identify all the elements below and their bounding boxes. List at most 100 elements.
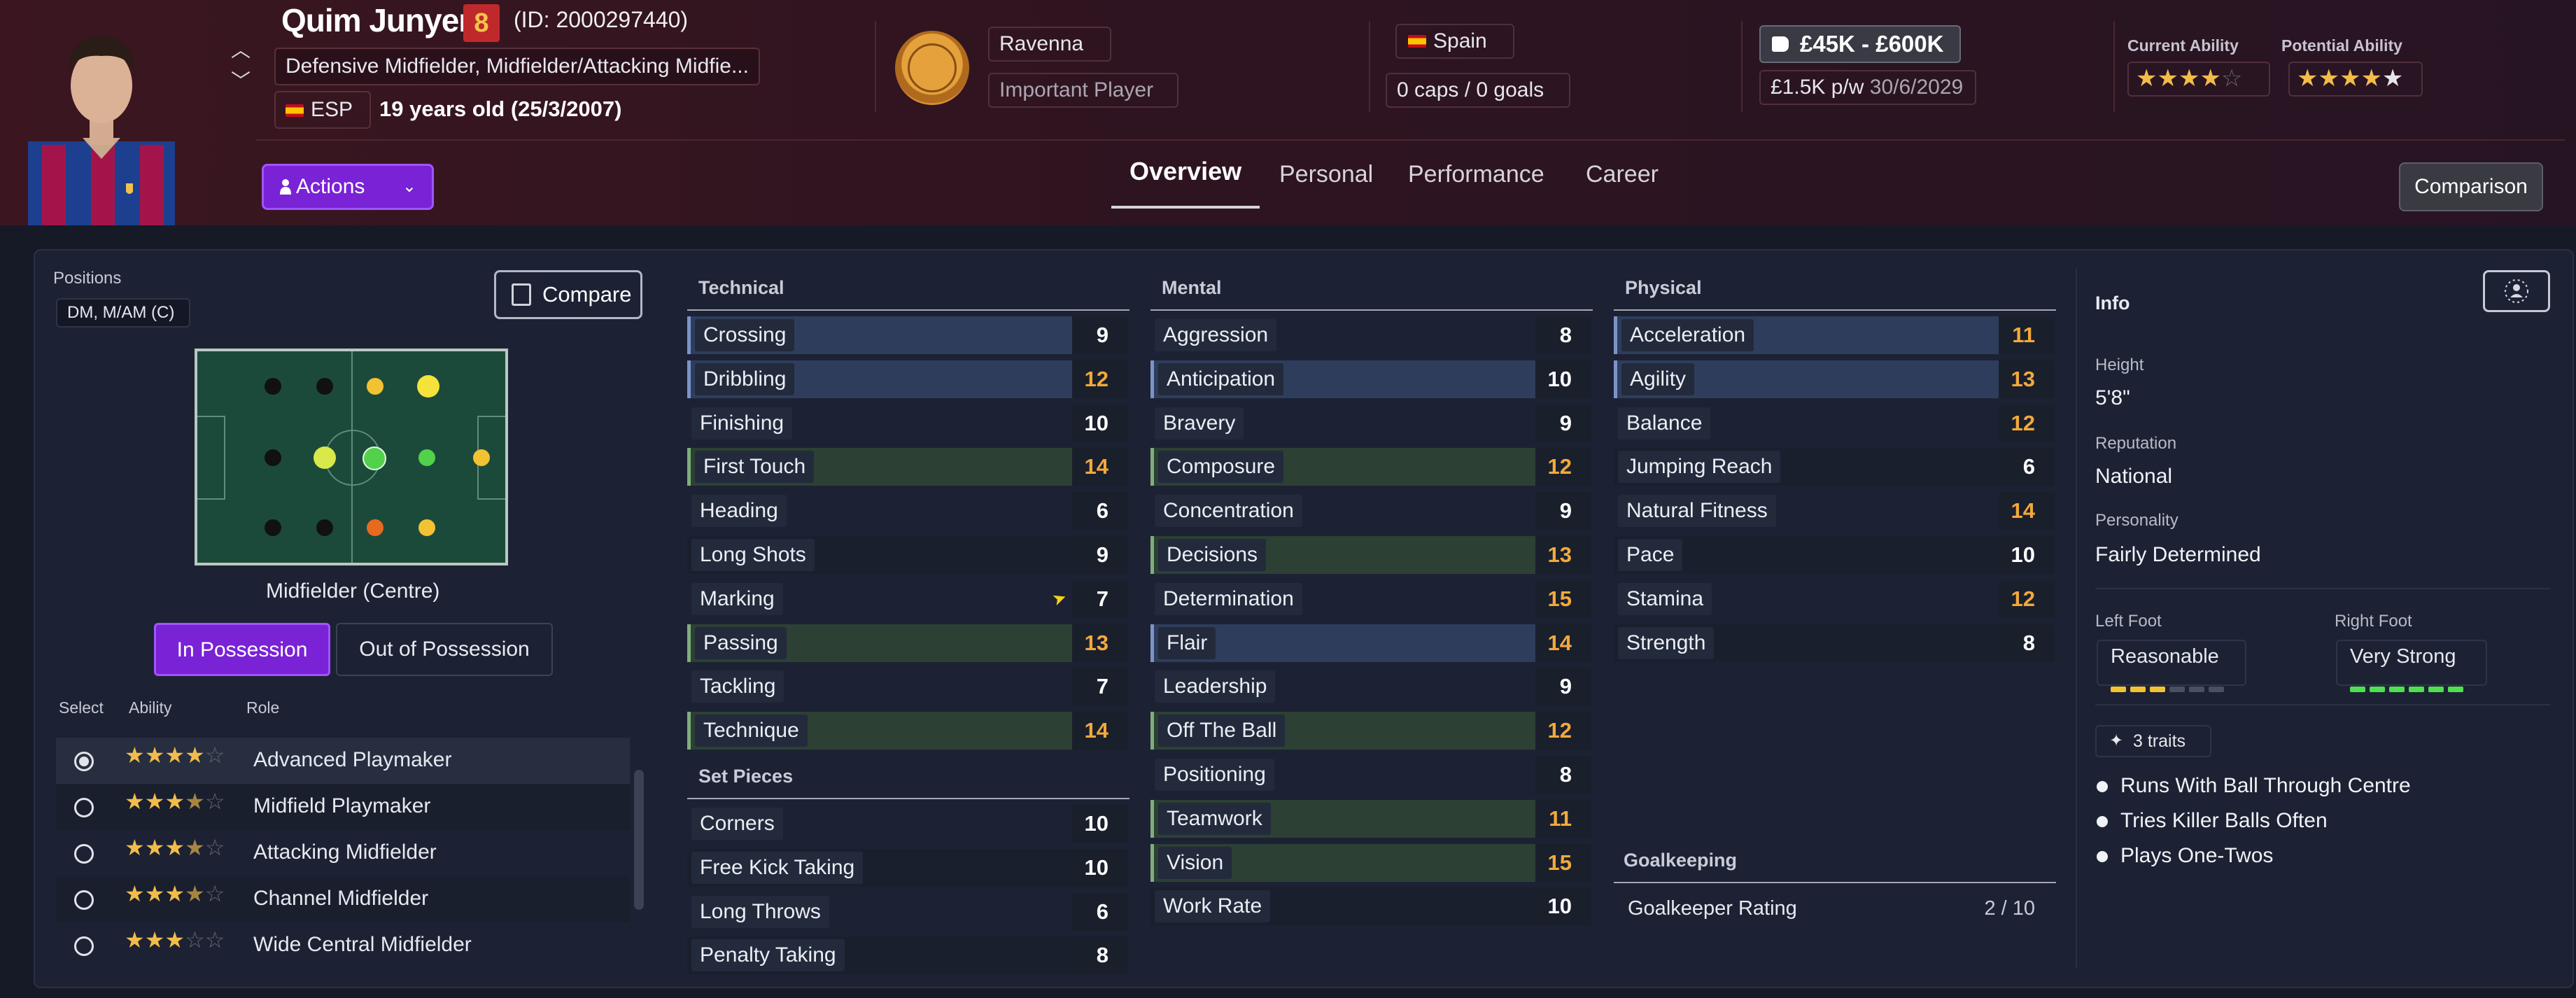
role-name: Midfield Playmaker: [253, 794, 431, 817]
info-settings-button[interactable]: [2483, 270, 2550, 312]
trait-item: Plays One-Twos: [2097, 844, 2273, 868]
header-divider: [255, 139, 2565, 141]
attribute-value: 8: [1559, 323, 1572, 347]
attribute-row-jumping-reach[interactable]: Jumping Reach 6: [1614, 448, 2055, 486]
in-possession-tab[interactable]: In Possession: [154, 623, 330, 676]
attribute-row-teamwork[interactable]: Teamwork 11: [1150, 799, 1591, 838]
tab-career[interactable]: Career: [1586, 161, 1659, 188]
shirt-number-badge: 8: [463, 4, 500, 42]
role-row[interactable]: ★★★★☆ Advanced Playmaker: [56, 738, 630, 784]
player-age: 19 years old (25/3/2007): [379, 97, 622, 121]
attribute-row-free-kick-taking[interactable]: Free Kick Taking 10: [687, 848, 1128, 887]
roles-scrollbar[interactable]: [634, 770, 644, 910]
attribute-row-long-throws[interactable]: Long Throws 6: [687, 892, 1128, 931]
goalkeeping-title: Goalkeeping: [1624, 850, 1738, 871]
club-crest-icon[interactable]: [895, 31, 969, 105]
role-radio[interactable]: [74, 936, 94, 956]
attribute-row-balance[interactable]: Balance 12: [1614, 404, 2055, 442]
nationality-chip[interactable]: ESP: [274, 91, 371, 129]
role-row[interactable]: ★★★★☆ Channel Midfielder: [56, 876, 630, 922]
next-player-icon[interactable]: ﹀: [228, 66, 253, 97]
info-separator: [2076, 269, 2077, 969]
attribute-name: Technique: [695, 715, 808, 747]
attribute-value: 10: [1084, 410, 1108, 435]
attribute-value: 8: [1096, 943, 1108, 968]
attribute-row-bravery[interactable]: Bravery 9: [1150, 404, 1591, 442]
personality-value: Fairly Determined: [2095, 543, 2261, 566]
potential-ability-stars: ★★★★★: [2288, 62, 2423, 97]
attribute-row-natural-fitness[interactable]: Natural Fitness 14: [1614, 492, 2055, 530]
section-rule: [687, 309, 1129, 311]
attribute-row-agility[interactable]: Agility 13: [1614, 360, 2055, 398]
role-radio[interactable]: [74, 752, 94, 771]
left-foot-label: Left Foot: [2095, 612, 2162, 631]
attribute-row-passing[interactable]: Passing 13: [687, 624, 1128, 662]
attribute-row-aggression[interactable]: Aggression 8: [1150, 316, 1591, 354]
attribute-row-acceleration[interactable]: Acceleration 11: [1614, 316, 2055, 354]
attribute-row-long-shots[interactable]: Long Shots 9: [687, 536, 1128, 574]
attribute-value: 14: [2011, 498, 2035, 523]
col-ability: Ability: [129, 698, 172, 717]
attribute-row-pace[interactable]: Pace 10: [1614, 536, 2055, 574]
positions-label: Positions: [53, 269, 122, 288]
attribute-row-leadership[interactable]: Leadership 9: [1150, 668, 1591, 706]
attribute-value: 14: [1084, 454, 1108, 479]
role-radio[interactable]: [74, 890, 94, 910]
attribute-name: Teamwork: [1158, 802, 1271, 835]
attribute-row-finishing[interactable]: Finishing 10: [687, 404, 1128, 442]
attribute-row-flair[interactable]: Flair 14: [1150, 624, 1591, 662]
role-row[interactable]: ★★★☆☆ Wide Central Midfielder: [56, 922, 630, 969]
tab-personal[interactable]: Personal: [1279, 161, 1373, 188]
attribute-row-first-touch[interactable]: First Touch 14: [687, 448, 1128, 486]
attribute-row-heading[interactable]: Heading 6: [687, 492, 1128, 530]
attribute-row-vision[interactable]: Vision 15: [1150, 843, 1591, 882]
role-stars: ★★★★☆: [125, 835, 225, 860]
attribute-row-decisions[interactable]: Decisions 13: [1150, 536, 1591, 574]
nation-chip[interactable]: Spain: [1395, 24, 1514, 59]
role-row[interactable]: ★★★★☆ Midfield Playmaker: [56, 784, 630, 830]
left-foot-value: Reasonable: [2111, 645, 2219, 668]
club-name[interactable]: Ravenna: [988, 27, 1111, 62]
attribute-row-positioning[interactable]: Positioning 8: [1150, 756, 1591, 794]
nationality-code: ESP: [311, 98, 353, 121]
attribute-row-composure[interactable]: Composure 12: [1150, 448, 1591, 486]
comparison-button[interactable]: Comparison: [2399, 162, 2543, 211]
out-of-possession-tab[interactable]: Out of Possession: [336, 623, 553, 676]
attribute-row-dribbling[interactable]: Dribbling 12: [687, 360, 1128, 398]
left-foot-bars: [2111, 675, 2228, 698]
role-radio[interactable]: [74, 798, 94, 817]
attribute-value: 13: [2011, 366, 2035, 391]
contract-chip: £1.5K p/w 30/6/2029: [1759, 70, 1976, 105]
goalkeeper-rating-value: 2 / 10: [1984, 897, 2035, 920]
attribute-row-corners[interactable]: Corners 10: [687, 805, 1128, 843]
attribute-row-crossing[interactable]: Crossing 9: [687, 316, 1128, 354]
attribute-name: Positioning: [1155, 759, 1274, 791]
attribute-row-off-the-ball[interactable]: Off The Ball 12: [1150, 712, 1591, 750]
attribute-row-determination[interactable]: Determination 15: [1150, 579, 1591, 618]
role-radio[interactable]: [74, 844, 94, 864]
compare-button[interactable]: Compare: [494, 270, 642, 319]
attribute-row-marking[interactable]: Marking 7 ➤: [687, 579, 1128, 618]
attribute-name: Heading: [691, 495, 787, 528]
previous-player-icon[interactable]: ︿: [228, 35, 253, 66]
attribute-row-penalty-taking[interactable]: Penalty Taking 8: [687, 936, 1128, 975]
attribute-row-anticipation[interactable]: Anticipation 10: [1150, 360, 1591, 398]
attribute-row-tackling[interactable]: Tackling 7: [687, 668, 1128, 706]
section-rule: [687, 798, 1129, 799]
attribute-name: Passing: [695, 626, 787, 659]
attribute-row-concentration[interactable]: Concentration 9: [1150, 492, 1591, 530]
attribute-row-technique[interactable]: Technique 14: [687, 712, 1128, 750]
attribute-row-strength[interactable]: Strength 8: [1614, 624, 2055, 662]
player-name: Quim Junyent: [281, 2, 488, 38]
transfer-value[interactable]: £45K - £600K: [1759, 25, 1961, 63]
attribute-name: Finishing: [691, 407, 793, 440]
actions-button[interactable]: Actions ⌄: [262, 164, 434, 210]
role-row[interactable]: ★★★★☆ Attacking Midfielder: [56, 830, 630, 876]
position-pitch: [195, 349, 508, 565]
attribute-row-stamina[interactable]: Stamina 12: [1614, 579, 2055, 618]
attribute-row-work-rate[interactable]: Work Rate 10: [1150, 887, 1591, 926]
traits-chip[interactable]: ✦ 3 traits: [2095, 725, 2211, 757]
tab-performance[interactable]: Performance: [1408, 161, 1544, 188]
chevron-down-icon: ⌄: [402, 177, 416, 196]
tab-overview[interactable]: Overview: [1129, 157, 1241, 186]
